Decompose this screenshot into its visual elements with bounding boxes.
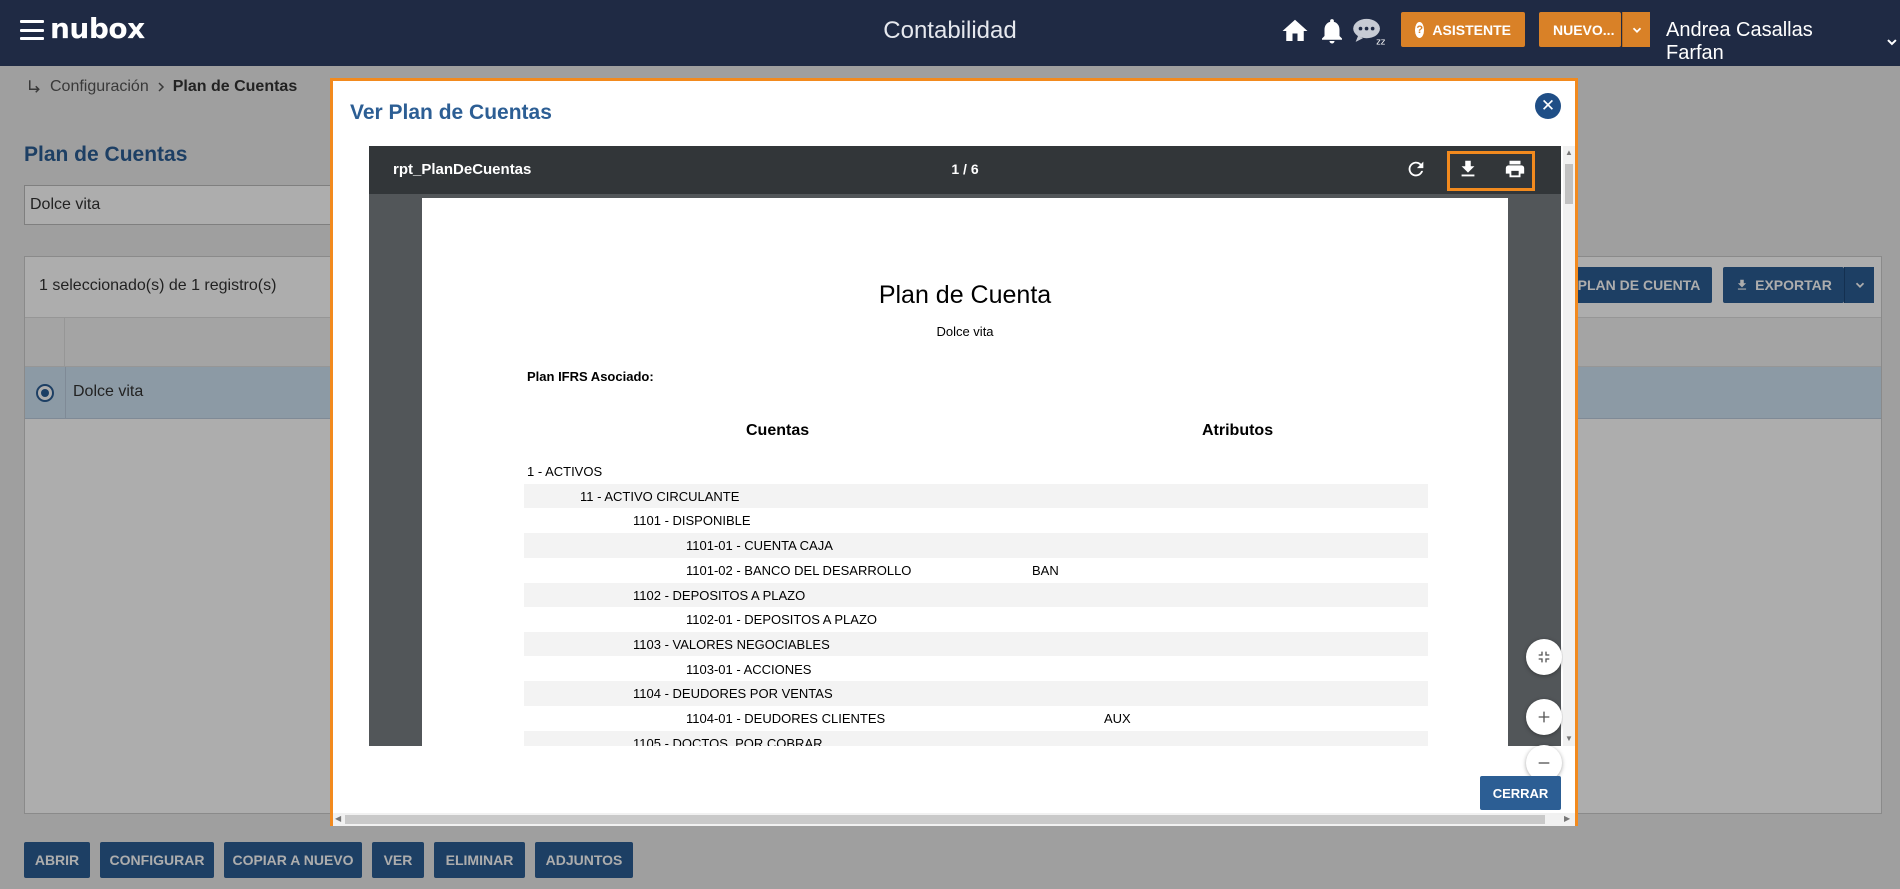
account-name: 1104 - DEUDORES POR VENTAS [633, 686, 833, 702]
account-row: 1104-01 - DEUDORES CLIENTES AUX [524, 706, 1428, 731]
minus-icon [1538, 762, 1550, 764]
cerrar-button[interactable]: CERRAR [1480, 776, 1561, 810]
fit-page-icon [1538, 651, 1550, 663]
pdf-viewer: rpt_PlanDeCuentas 1 / 6 Plan de Cuenta D… [369, 146, 1562, 781]
document-title: Plan de Cuenta [878, 281, 1052, 309]
account-attribute: BAN [1032, 562, 1059, 578]
top-navigation-bar: nubox Contabilidad zz ? ASISTENTE NUEVO.… [0, 0, 1900, 66]
account-row: 1102 - DEPOSITOS A PLAZO [524, 582, 1428, 607]
rotate-icon[interactable] [1405, 158, 1427, 180]
account-row: 1101-01 - CUENTA CAJA [524, 533, 1428, 558]
document-subtitle: Dolce vita [936, 324, 994, 339]
pdf-page-area[interactable]: Plan de Cuenta Dolce vita Plan IFRS Asoc… [369, 194, 1561, 746]
svg-text:zz: zz [1376, 37, 1385, 46]
print-icon[interactable] [1504, 158, 1526, 180]
account-name: 1 - ACTIVOS [527, 464, 603, 479]
vertical-scrollbar[interactable]: ▲ ▼ [1563, 146, 1575, 746]
account-name: 1105 - DOCTOS. POR COBRAR [633, 735, 823, 746]
chevron-down-icon [1887, 39, 1897, 46]
account-row: 1102-01 - DEPOSITOS A PLAZO [524, 607, 1428, 632]
user-menu[interactable]: Andrea Casallas Farfan [1666, 19, 1900, 65]
pdf-page: Plan de Cuenta Dolce vita Plan IFRS Asoc… [422, 198, 1508, 746]
account-row: 1103 - VALORES NEGOCIABLES [524, 631, 1428, 657]
fit-to-page-button[interactable] [1526, 639, 1562, 675]
account-row: 1104 - DEUDORES POR VENTAS [524, 681, 1428, 706]
chevron-down-icon [1632, 27, 1641, 33]
account-attribute: AUX [1104, 711, 1131, 726]
account-row: 1103-01 - ACCIONES [524, 657, 1428, 682]
asistente-label: ASISTENTE [1432, 21, 1511, 38]
plus-icon [1538, 711, 1550, 723]
close-icon[interactable]: ✕ [1535, 93, 1561, 119]
account-name: 1101 - DISPONIBLE [633, 513, 751, 529]
ifrs-label: Plan IFRS Asociado: [527, 369, 654, 384]
column-atributos: Atributos [1202, 422, 1274, 439]
account-name: 1103-01 - ACCIONES [686, 661, 812, 677]
account-row: 1 - ACTIVOS [524, 459, 1428, 484]
chat-sleep-icon[interactable]: zz [1352, 16, 1386, 46]
dialog-title: Ver Plan de Cuentas [350, 101, 552, 124]
nuevo-button[interactable]: NUEVO... [1539, 12, 1621, 47]
account-name: 1102-01 - DEPOSITOS A PLAZO [686, 612, 877, 628]
account-row: 1105 - DOCTOS. POR COBRAR [524, 730, 1428, 746]
account-name: 1102 - DEPOSITOS A PLAZO [633, 587, 806, 603]
ver-plan-de-cuentas-dialog: Ver Plan de Cuentas ✕ rpt_PlanDeCuentas … [330, 78, 1578, 826]
account-row: 1101 - DISPONIBLE [524, 508, 1428, 533]
account-name: 11 - ACTIVO CIRCULANTE [580, 488, 740, 504]
download-icon[interactable] [1457, 158, 1479, 180]
pdf-toolbar: rpt_PlanDeCuentas 1 / 6 [369, 146, 1561, 194]
home-icon[interactable] [1280, 16, 1310, 46]
account-name: 1101-01 - CUENTA CAJA [686, 538, 833, 554]
help-icon: ? [1415, 21, 1425, 38]
account-name: 1104-01 - DEUDORES CLIENTES [686, 711, 886, 726]
horizontal-scrollbar[interactable]: ◀ ▶ [333, 813, 1575, 826]
zoom-in-button[interactable] [1526, 699, 1562, 735]
bell-icon[interactable] [1317, 16, 1347, 46]
account-row: 1101-02 - BANCO DEL DESARROLLO BAN [524, 558, 1428, 583]
column-cuentas: Cuentas [746, 422, 810, 439]
account-name: 1103 - VALORES NEGOCIABLES [633, 636, 830, 652]
asistente-button[interactable]: ? ASISTENTE [1401, 12, 1525, 47]
nuevo-dropdown-toggle[interactable] [1622, 12, 1650, 47]
account-name: 1101-02 - BANCO DEL DESARROLLO [686, 562, 912, 578]
nuevo-label: NUEVO... [1553, 21, 1615, 38]
user-name: Andrea Casallas Farfan [1666, 19, 1813, 64]
account-row: 11 - ACTIVO CIRCULANTE [524, 483, 1428, 509]
pdf-page-indicator: 1 / 6 [951, 161, 979, 177]
